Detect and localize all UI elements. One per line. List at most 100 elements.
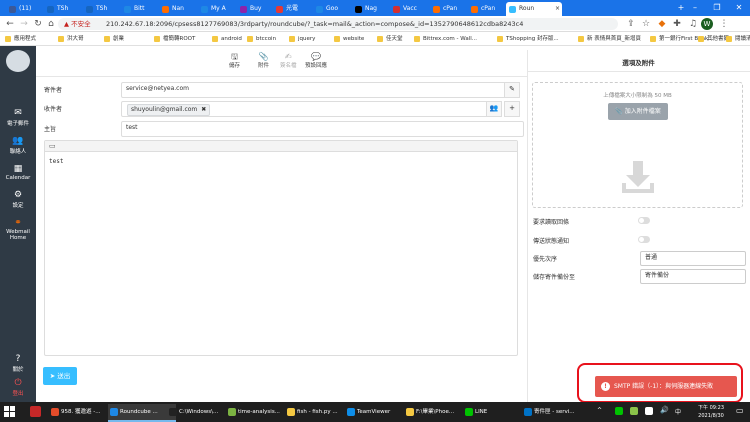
nav-calendar[interactable]: ▦ Calendar (0, 162, 36, 183)
tab-favicon-icon (355, 6, 362, 13)
bookmark-item[interactable]: TShopping 封存版... (497, 32, 559, 46)
editor-mode-icon[interactable]: ▭ (49, 142, 56, 150)
bookmark-item[interactable]: btccoin (247, 32, 276, 46)
taskbar-item[interactable]: C:\Windows\... (167, 404, 235, 420)
taskbar-item[interactable]: 寄件匣 - servi... (522, 404, 590, 420)
add-attachment-button[interactable]: 📎 加入附件檔案 (608, 103, 668, 120)
delivery-status-toggle[interactable] (638, 236, 650, 243)
tab-label: Nan (172, 5, 184, 12)
tray-app-icon[interactable] (630, 407, 638, 415)
line-tray-icon[interactable] (615, 407, 623, 415)
taskbar-item[interactable]: time-analysis... (226, 404, 294, 420)
address-book-icon[interactable]: 👥 (486, 101, 502, 117)
bookmark-item[interactable]: 應用程式 (5, 32, 36, 46)
extension-icon[interactable]: ◆ (656, 18, 668, 30)
reload-icon[interactable]: ↻ (32, 18, 44, 30)
tab-label: Nag (365, 5, 377, 12)
logout-label: 登出 (12, 391, 24, 397)
taskbar-item[interactable]: fish - fish.py ... (285, 404, 353, 420)
bookmark-item[interactable]: Bittrex.com - Wall... (414, 32, 477, 46)
subject-field[interactable]: test (121, 121, 524, 137)
bookmark-item[interactable]: website (334, 32, 364, 46)
taskbar-item[interactable]: LINE (463, 404, 531, 420)
browser-menu-icon[interactable]: ⋮ (718, 18, 730, 30)
priority-select[interactable]: 普通 (640, 251, 746, 266)
clock[interactable]: 下午 09:23 2021/8/30 (690, 404, 732, 420)
bookmark-label: 佳天堂 (386, 36, 403, 42)
edit-identity-icon[interactable]: ✎ (504, 82, 520, 98)
network-icon[interactable] (645, 407, 653, 415)
profile-avatar[interactable]: W (701, 18, 713, 30)
security-warning[interactable]: ▲ 不安全 (64, 18, 91, 30)
taskbar-app-icon (228, 408, 236, 416)
bookmark-item[interactable]: 洪大哥 (58, 32, 84, 46)
folder-icon (377, 36, 383, 42)
input-method-icon[interactable]: 中 (675, 407, 681, 416)
close-window-button[interactable]: ✕ (728, 0, 750, 16)
browser-tab[interactable]: Roun × (506, 2, 562, 16)
bookmark-item[interactable]: jquery (289, 32, 315, 46)
bookmark-item[interactable]: 其他書籤 (698, 32, 729, 46)
calendar-icon: ▦ (13, 164, 23, 174)
recipient-chip[interactable]: shuyoulin@gmail.com ✖ (127, 104, 211, 116)
body-text[interactable]: test (45, 152, 517, 171)
send-button[interactable]: ➤ 送出 (43, 367, 77, 385)
maximize-button[interactable]: ❐ (706, 0, 728, 16)
from-field[interactable]: service@netyea.com (121, 82, 510, 98)
tab-label: Bitt (134, 5, 145, 12)
signature-button[interactable]: ✍ 簽名檔 (280, 52, 297, 69)
remove-recipient-icon[interactable]: ✖ (201, 106, 206, 113)
taskbar-item[interactable]: F:\畢業\Phoe... (404, 404, 472, 420)
bookmark-item[interactable]: 新 表情與首頁_新增頁 (578, 32, 641, 46)
forward-icon[interactable]: → (18, 18, 30, 30)
filezilla-icon[interactable] (30, 406, 41, 417)
bookmark-item[interactable]: 佳天堂 (377, 32, 403, 46)
taskbar-item[interactable]: 958. 獲邀遊 -... (49, 404, 117, 420)
folder-icon (497, 36, 503, 42)
address-bar[interactable]: ▲ 不安全 210.242.67.18:2096/cpsess812776908… (58, 18, 618, 30)
read-receipt-toggle[interactable] (638, 217, 650, 224)
browser-tab-strip: (11)×TSh×TSh×Bitt×Nan×My A×Buy×光電×Goo×Na… (0, 0, 750, 16)
tab-favicon-icon (162, 6, 169, 13)
about-link[interactable]: ? 關於 (0, 354, 36, 373)
nav-contacts[interactable]: 👥 聯絡人 (0, 134, 36, 157)
taskbar-item[interactable]: Roundcube ... (108, 404, 176, 422)
responses-button[interactable]: 💬 預設回應 (305, 52, 327, 69)
bookmark-item[interactable]: 檔簡轉ROOT (154, 32, 195, 46)
bookmark-item[interactable]: android (212, 32, 242, 46)
nav-mail[interactable]: ✉ 電子郵件 (0, 106, 36, 129)
attachment-dropzone[interactable]: 上傳檔案大小限制為 50 MB 📎 加入附件檔案 (532, 82, 743, 208)
logout-link[interactable]: ⏻ 登出 (0, 378, 36, 397)
tray-expand-icon[interactable]: ^ (597, 407, 602, 414)
notification-center-icon[interactable]: ▭ (736, 406, 744, 415)
nav-webmail-home[interactable]: ⚭ Webmail Home (0, 216, 36, 243)
taskbar-label: F:\畢業\Phoe... (416, 409, 455, 415)
minimize-button[interactable]: – (684, 0, 706, 16)
tab-favicon-icon (240, 6, 247, 13)
options-title: 選項及附件 (622, 59, 655, 67)
nav-settings[interactable]: ⚙ 設定 (0, 188, 36, 211)
share-icon[interactable]: ⇪ (625, 18, 637, 30)
error-notification[interactable]: ! SMTP 錯誤（-1）：與伺服器連線失敗 (595, 376, 737, 397)
back-icon[interactable]: ← (4, 18, 16, 30)
bookmark-item[interactable]: 創業 (104, 32, 124, 46)
tab-label: TSh (57, 5, 69, 12)
attach-button[interactable]: 📎 附件 (258, 52, 269, 69)
bookmark-item[interactable]: 閱讀清單 (726, 32, 750, 46)
taskbar-item[interactable]: TeamViewer (345, 404, 413, 420)
save-sent-select[interactable]: 寄件備份 (640, 269, 746, 284)
cpanel-icon: ⚭ (14, 218, 22, 228)
save-button[interactable]: 🖫 儲存 (229, 52, 240, 69)
from-label: 寄件者 (44, 87, 63, 94)
tab-favicon-icon (276, 6, 283, 13)
add-header-icon[interactable]: + (504, 101, 520, 117)
body-editor[interactable]: ▭ test (44, 140, 518, 356)
puzzle-icon[interactable]: ✚ (671, 18, 683, 30)
windows-start-icon[interactable] (4, 406, 16, 418)
volume-icon[interactable]: 🔊 (660, 406, 669, 414)
home-icon[interactable]: ⌂ (45, 18, 57, 30)
close-tab-icon[interactable]: × (555, 2, 560, 16)
bookmark-star-icon[interactable]: ☆ (640, 18, 652, 30)
media-icon[interactable]: ♫ (687, 18, 699, 30)
tab-favicon-icon (9, 6, 16, 13)
